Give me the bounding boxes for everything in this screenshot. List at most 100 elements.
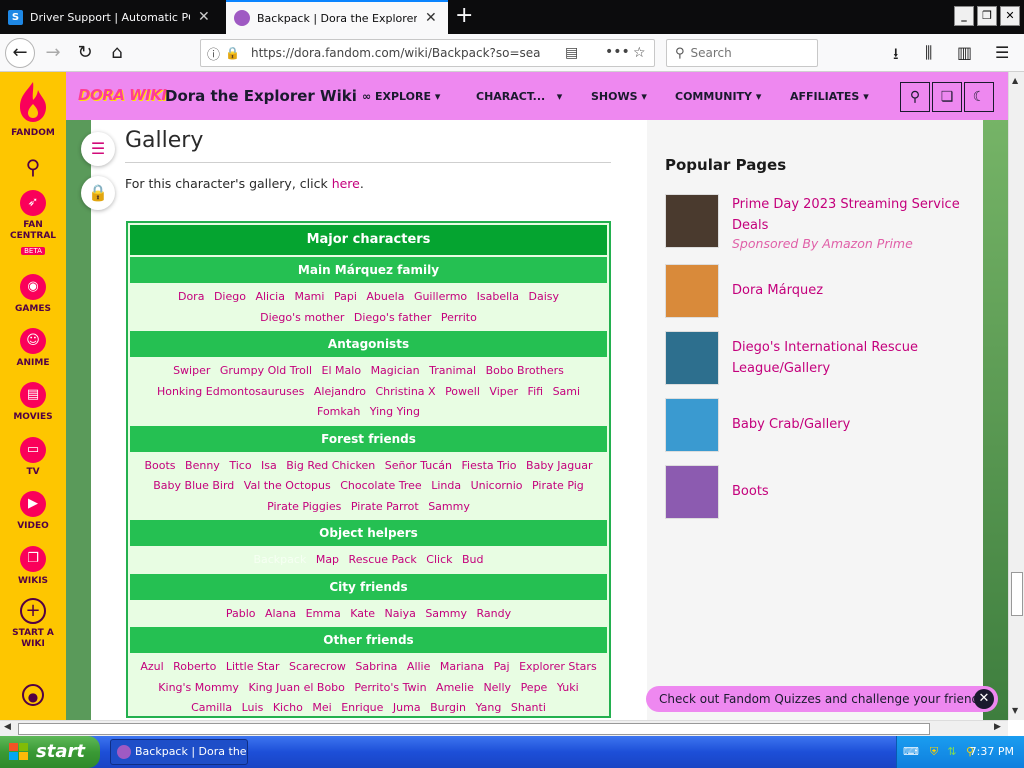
- navbox-link[interactable]: Burgin: [430, 701, 466, 714]
- navbox-link[interactable]: Enrique: [341, 701, 383, 714]
- taskbar-window-button[interactable]: Backpack | Dora the ...: [110, 739, 248, 765]
- navbox-link[interactable]: Benny: [185, 459, 220, 472]
- library-icon[interactable]: ⫼: [925, 43, 932, 63]
- navbox-link[interactable]: Bud: [462, 553, 484, 566]
- popular-page-link[interactable]: Diego's International Rescue League/Gall…: [732, 337, 962, 379]
- navbox-link[interactable]: Pablo: [226, 607, 256, 620]
- navbox-link[interactable]: Swiper: [173, 364, 210, 377]
- navbox-link[interactable]: Sammy: [428, 500, 470, 513]
- navbox-link[interactable]: Allie: [407, 660, 430, 673]
- rail-item-start-a-wiki[interactable]: + START A WIKI: [0, 598, 66, 650]
- browser-tab-driver-support[interactable]: S Driver Support | Automatic PC Mai ✕: [0, 0, 225, 34]
- rail-item-wikis[interactable]: ❐ WIKIS: [0, 546, 66, 587]
- navbox-link[interactable]: Map: [316, 553, 339, 566]
- navbox-link[interactable]: El Malo: [322, 364, 362, 377]
- nav-affiliates[interactable]: AFFILIATES ▾: [790, 90, 869, 103]
- search-input[interactable]: [690, 46, 801, 60]
- navbox-link[interactable]: Perrito's Twin: [354, 681, 426, 694]
- navbox-link[interactable]: Chocolate Tree: [340, 479, 421, 492]
- info-icon[interactable]: ⓘ: [207, 44, 225, 63]
- navbox-link[interactable]: Azul: [140, 660, 163, 673]
- popular-page-thumbnail[interactable]: [665, 331, 719, 385]
- shield-icon[interactable]: ⛨: [927, 745, 941, 759]
- navbox-link[interactable]: Powell: [445, 385, 480, 398]
- navbox-link[interactable]: Scarecrow: [289, 660, 346, 673]
- popular-page-link[interactable]: Dora Márquez: [732, 280, 962, 301]
- rail-item-anime[interactable]: ☺ ANIME: [0, 328, 66, 369]
- popular-page-thumbnail[interactable]: [665, 398, 719, 452]
- scroll-up-icon[interactable]: ▲: [1012, 76, 1018, 85]
- page-actions-icon[interactable]: •••: [605, 44, 630, 60]
- url-text[interactable]: https://dora.fandom.com/wiki/Backpack?so…: [251, 46, 541, 60]
- scroll-left-icon[interactable]: ◀: [4, 722, 11, 732]
- navbox-link[interactable]: Explorer Stars: [519, 660, 597, 673]
- navbox-link[interactable]: Honking Edmontosauruses: [157, 385, 304, 398]
- rail-item-fan-central[interactable]: ➶ FAN CENTRAL BETA: [0, 190, 66, 256]
- rail-item-tv[interactable]: ▭ TV: [0, 437, 66, 478]
- url-bar[interactable]: ⓘ 🔒 https://dora.fandom.com/wiki/Backpac…: [200, 39, 655, 67]
- reload-button[interactable]: ↻: [71, 39, 99, 67]
- navbox-link[interactable]: King Juan el Bobo: [248, 681, 344, 694]
- navbox-link[interactable]: Magician: [371, 364, 420, 377]
- nav-community[interactable]: COMMUNITY ▾: [675, 90, 761, 103]
- navbox-link[interactable]: Click: [426, 553, 452, 566]
- nav-characters[interactable]: CHARACT... ▾: [476, 90, 562, 103]
- popular-page-link[interactable]: Prime Day 2023 Streaming Service Deals: [732, 194, 962, 236]
- navbox-link[interactable]: Naiya: [385, 607, 416, 620]
- popular-page-thumbnail[interactable]: [665, 194, 719, 248]
- rail-item-games[interactable]: ◉ GAMES: [0, 274, 66, 315]
- nav-explore[interactable]: ∞ EXPLORE ▾: [362, 90, 440, 103]
- navbox-link[interactable]: Randy: [477, 607, 512, 620]
- navbox-link[interactable]: Grumpy Old Troll: [220, 364, 312, 377]
- horizontal-scroll-thumb[interactable]: [18, 723, 930, 735]
- download-icon[interactable]: ⭳: [893, 43, 899, 70]
- navbox-link[interactable]: Mei: [312, 701, 331, 714]
- navbox-link[interactable]: Val the Octopus: [244, 479, 331, 492]
- navbox-link[interactable]: Viper: [489, 385, 518, 398]
- navbox-link[interactable]: Papi: [334, 290, 357, 303]
- close-icon[interactable]: ✕: [974, 689, 994, 709]
- navbox-link[interactable]: Kicho: [273, 701, 303, 714]
- navbox-link[interactable]: Sami: [553, 385, 581, 398]
- navbox-link[interactable]: King's Mommy: [158, 681, 239, 694]
- navbox-link[interactable]: Little Star: [226, 660, 280, 673]
- gallery-here-link[interactable]: here: [332, 176, 360, 191]
- scroll-down-icon[interactable]: ▼: [1012, 706, 1018, 715]
- page-lock-button[interactable]: 🔒: [81, 176, 115, 210]
- navbox-link[interactable]: Diego's father: [354, 311, 431, 324]
- navbox-link[interactable]: Emma: [306, 607, 341, 620]
- close-tab-icon[interactable]: ✕: [425, 10, 437, 26]
- navbox-link[interactable]: Yang: [475, 701, 501, 714]
- rail-item-fandom[interactable]: FANDOM: [0, 80, 66, 139]
- navbox-link[interactable]: Diego: [214, 290, 246, 303]
- popular-page-link[interactable]: Boots: [732, 481, 962, 502]
- navbox-link[interactable]: Rescue Pack: [349, 553, 417, 566]
- navbox-link[interactable]: Señor Tucán: [385, 459, 452, 472]
- navbox-link[interactable]: Isa: [261, 459, 277, 472]
- navbox-link[interactable]: Paj: [494, 660, 510, 673]
- navbox-link[interactable]: Mami: [294, 290, 324, 303]
- navbox-link[interactable]: Isabella: [477, 290, 519, 303]
- navbox-link[interactable]: Perrito: [441, 311, 477, 324]
- navbox-link[interactable]: Juma: [393, 701, 421, 714]
- wiki-site-name[interactable]: Dora the Explorer Wiki: [165, 87, 357, 105]
- navbox-link[interactable]: Ying Ying: [370, 405, 420, 418]
- navbox-link[interactable]: Kate: [350, 607, 375, 620]
- rail-item-video[interactable]: ▶ VIDEO: [0, 491, 66, 532]
- browser-tab-backpack[interactable]: Backpack | Dora the Explorer Wiki ✕: [226, 0, 448, 34]
- new-tab-button[interactable]: +: [455, 4, 473, 28]
- maximize-window-button[interactable]: ❐: [977, 6, 997, 26]
- navbox-link[interactable]: Fomkah: [317, 405, 360, 418]
- vertical-scrollbar[interactable]: ▲ ▼: [1008, 72, 1024, 720]
- start-button[interactable]: start: [0, 736, 100, 768]
- rail-item-user[interactable]: ●: [0, 684, 66, 706]
- popular-page-link[interactable]: Baby Crab/Gallery: [732, 414, 962, 435]
- navbox-link[interactable]: Roberto: [173, 660, 216, 673]
- navbox-link[interactable]: Big Red Chicken: [286, 459, 375, 472]
- bookmark-star-icon[interactable]: ☆: [633, 45, 646, 61]
- navbox-link[interactable]: Linda: [431, 479, 461, 492]
- theme-toggle-button[interactable]: ☾: [964, 82, 994, 112]
- navbox-link[interactable]: Shanti: [511, 701, 546, 714]
- network-icon[interactable]: ⇅: [945, 745, 959, 759]
- navbox-link[interactable]: Sabrina: [355, 660, 397, 673]
